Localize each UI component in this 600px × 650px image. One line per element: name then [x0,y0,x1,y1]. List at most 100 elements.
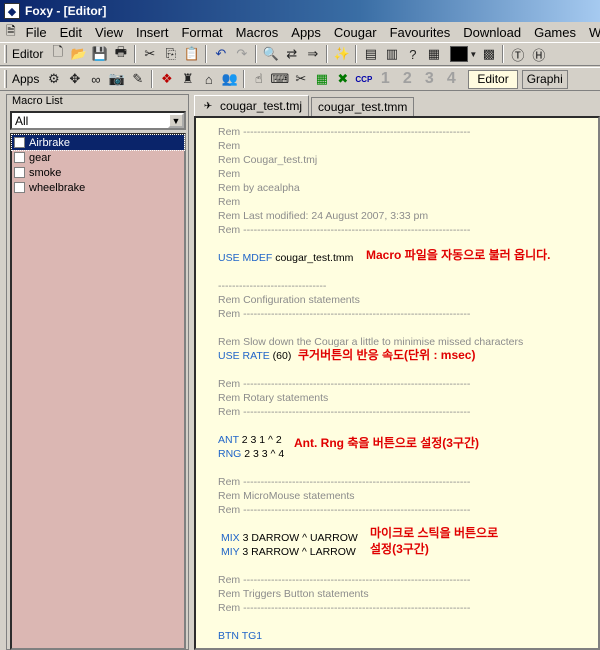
macro-item-wheelbrake[interactable]: wheelbrake [12,180,184,195]
code-keyword: USE MDEF [218,252,273,264]
tab-label: cougar_test.tmj [220,99,303,113]
code-line: MIX 3 DARROW ^ UARROW [221,532,358,544]
undo-icon[interactable]: ↶ [210,44,231,64]
joystick-icon[interactable]: ⚙ [43,69,64,89]
menu-macros[interactable]: Macros [230,25,286,40]
code-keyword: ANT [218,434,239,446]
tab-label: cougar_test.tmm [318,100,408,114]
code-line: Rem Rotary statements [218,392,329,404]
cut-icon[interactable]: ✂ [139,44,160,64]
code-line: RNG 2 3 3 ^ 4 [218,448,284,460]
macro-filter-select[interactable]: All ▼ [10,111,186,130]
code-value: 2 3 1 ^ 2 [241,434,282,446]
grid-icon[interactable]: ▩ [478,44,499,64]
tab-cougar-test-tmm[interactable]: cougar_test.tmm [311,97,415,116]
annotation-note: 마이크로 스틱을 버튼으로 [370,526,499,540]
code-line: Rem MicroMouse statements [218,490,355,502]
toolbar-separator [502,45,505,63]
menu-edit[interactable]: Edit [54,25,89,40]
code-editor[interactable]: Rem ------------------------------------… [194,116,600,650]
toolbar-grip[interactable] [4,45,7,63]
code-value: cougar_test.tmm [275,252,354,264]
stick-icon[interactable]: ❖ [156,69,177,89]
menu-window[interactable]: W [583,25,600,40]
tool-icon[interactable]: ♜ [177,69,198,89]
scissors-icon[interactable]: ✂ [290,69,311,89]
macro-filter-value: All [15,113,29,128]
copy-icon[interactable]: ⎘ [160,44,181,64]
tools-icon[interactable]: ✖ [332,69,353,89]
app-icon: ◆ [4,3,20,19]
macro-checkbox[interactable] [14,167,25,178]
code-keyword: MIY [221,546,240,558]
code-line: Rem [218,196,241,208]
code-line: Rem Triggers Button statements [218,588,369,600]
macro-checkbox[interactable] [14,152,25,163]
open-folder-icon[interactable]: 📂 [68,44,89,64]
profile-2-button[interactable]: 2 [396,69,418,89]
code-line: Rem Last modified: 24 August 2007, 3:33 … [218,210,429,222]
code-line: Rem by acealpha [218,182,300,194]
hand-icon[interactable]: ☝ [248,69,269,89]
code-line: MIY 3 RARROW ^ LARROW [221,546,356,558]
code-line: Rem ------------------------------------… [218,378,471,390]
menu-file[interactable]: File [20,25,54,40]
macro-item-gear[interactable]: gear [12,150,184,165]
profile-4-button[interactable]: 4 [440,69,462,89]
file-tabs: ✈ cougar_test.tmj cougar_test.tmm [194,95,416,116]
wizard-icon[interactable]: ✨ [331,44,352,64]
help-circle-icon[interactable]: Ⓣ [507,44,528,64]
profile-1-button[interactable]: 1 [374,69,396,89]
toolbar-grip[interactable] [4,70,7,88]
replace-icon[interactable]: ⇄ [281,44,302,64]
menu-bar: 🗎 File Edit View Insert Format Macros Ap… [0,22,600,42]
keyboard-icon[interactable]: ⌨ [269,69,290,89]
chevron-down-icon[interactable]: ▼ [168,113,184,128]
camera-icon[interactable]: 📷 [106,69,127,89]
menu-cougar[interactable]: Cougar [328,25,384,40]
macro-item-smoke[interactable]: smoke [12,165,184,180]
title-bar: ◆ Foxy - [Editor] [0,0,600,22]
tab-cougar-test-tmj[interactable]: ✈ cougar_test.tmj [194,95,310,116]
print-icon[interactable]: 🖶 [110,44,131,64]
find-next-icon[interactable]: ⇒ [302,44,323,64]
redo-icon[interactable]: ↷ [231,44,252,64]
menu-view[interactable]: View [89,25,130,40]
color-dropdown-icon[interactable]: ▼ [468,44,478,64]
menu-apps[interactable]: Apps [285,25,328,40]
columns-icon[interactable]: ▦ [423,44,444,64]
underline-icon[interactable]: ▥ [381,44,402,64]
help-icon[interactable]: ? [402,44,423,64]
link-icon[interactable]: ∞ [85,69,106,89]
menu-download[interactable]: Download [457,25,528,40]
home-icon[interactable]: ⌂ [198,69,219,89]
code-keyword: USE RATE [218,350,270,362]
paste-icon[interactable]: 📋 [181,44,202,64]
code-line: Rem Cougar_test.tmj [218,154,318,166]
editor-view-button[interactable]: Editor [468,69,518,89]
menu-favourites[interactable]: Favourites [384,25,458,40]
code-line: USE MDEF cougar_test.tmm [218,252,353,264]
find-icon[interactable]: 🔍 [260,44,281,64]
macro-item-airbrake[interactable]: Airbrake [11,134,185,151]
grid-green-icon[interactable]: ▦ [311,69,332,89]
menu-insert[interactable]: Insert [130,25,176,40]
menu-games[interactable]: Games [528,25,583,40]
crosshair-icon[interactable]: ✥ [64,69,85,89]
help-h-icon[interactable]: Ⓗ [528,44,549,64]
new-file-icon[interactable]: 🗋 [47,44,68,64]
macro-checkbox[interactable] [14,182,25,193]
color-picker-swatch[interactable] [450,46,469,62]
menu-format[interactable]: Format [175,25,229,40]
graphic-view-button[interactable]: Graphi [521,69,568,89]
document-icon[interactable]: 🗎 [6,24,16,40]
editor-toolbar: Editor 🗋 📂 💾 🖶 ✂ ⎘ 📋 ↶ ↷ 🔍 ⇄ ⇒ ✨ ▤ ▥ ? ▦… [0,42,600,66]
people-icon[interactable]: 👥 [219,69,240,89]
ccp-icon[interactable]: CCP [353,69,374,89]
bold-icon[interactable]: ▤ [360,44,381,64]
profile-3-button[interactable]: 3 [418,69,440,89]
save-icon[interactable]: 💾 [89,44,110,64]
code-line: Rem [218,168,241,180]
macro-checkbox[interactable] [14,137,25,148]
brush-icon[interactable]: ✎ [127,69,148,89]
